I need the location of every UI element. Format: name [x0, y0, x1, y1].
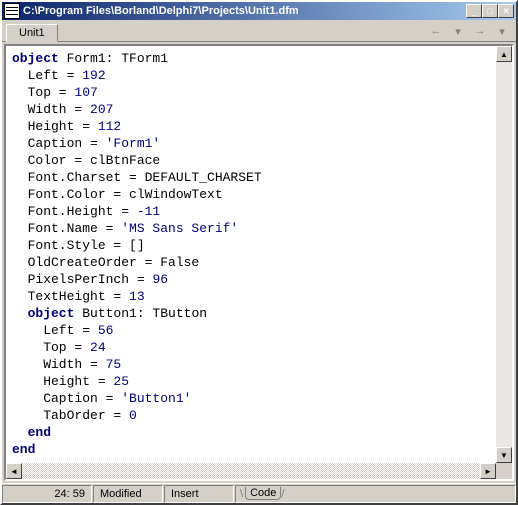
- number: 96: [152, 272, 168, 287]
- vertical-scrollbar[interactable]: ▲ ▼: [496, 46, 512, 463]
- code-text: Font.Style = []: [12, 237, 490, 254]
- number: 207: [90, 102, 113, 117]
- code-text: PixelsPerInch =: [12, 272, 152, 287]
- code-text: TabOrder =: [12, 408, 129, 423]
- number: 112: [98, 119, 121, 134]
- editor-container: object Form1: TForm1 Left = 192 Top = 10…: [4, 44, 514, 481]
- code-text: Top =: [12, 85, 74, 100]
- scrollbar-corner: [496, 463, 512, 479]
- code-text: Width =: [12, 357, 106, 372]
- code-text: Height =: [12, 374, 113, 389]
- scroll-up-icon[interactable]: ▲: [496, 46, 512, 62]
- string: 'MS Sans Serif': [121, 221, 238, 236]
- titlebar[interactable]: C:\Program Files\Borland\Delphi7\Project…: [2, 2, 516, 20]
- keyword: end: [12, 442, 35, 457]
- window-title: C:\Program Files\Borland\Delphi7\Project…: [23, 5, 466, 17]
- code-text: Font.Charset = DEFAULT_CHARSET: [12, 169, 490, 186]
- number: 24: [90, 340, 106, 355]
- horizontal-scrollbar[interactable]: ◄ ►: [6, 463, 512, 479]
- number: 107: [74, 85, 97, 100]
- keyword: end: [12, 425, 51, 440]
- scroll-track[interactable]: [496, 62, 512, 447]
- code-text: TextHeight =: [12, 289, 129, 304]
- code-text: Color = clBtnFace: [12, 152, 490, 169]
- number: 13: [129, 289, 145, 304]
- code-text: OldCreateOrder = False: [12, 254, 490, 271]
- modified-indicator: Modified: [93, 485, 163, 503]
- code-text: Font.Name =: [12, 221, 121, 236]
- code-text: Left =: [12, 68, 82, 83]
- number: 75: [106, 357, 122, 372]
- document-icon: [4, 3, 20, 19]
- view-tab-code[interactable]: Code: [245, 487, 281, 500]
- nav-back-button[interactable]: ←: [426, 23, 446, 39]
- tab-unit1[interactable]: Unit1: [6, 24, 58, 42]
- keyword: object: [12, 306, 74, 321]
- string: 'Button1': [121, 391, 191, 406]
- tab-bar: Unit1 ← ▾ → ▾: [2, 20, 516, 42]
- insert-mode: Insert: [164, 485, 234, 503]
- scroll-track[interactable]: [22, 463, 480, 479]
- code-editor[interactable]: object Form1: TForm1 Left = 192 Top = 10…: [6, 46, 496, 463]
- nav-dropdown-icon[interactable]: ▾: [448, 23, 468, 39]
- code-text: Height =: [12, 119, 98, 134]
- code-text: Font.Height =: [12, 204, 137, 219]
- code-text: Width =: [12, 102, 90, 117]
- string: 'Form1': [106, 136, 161, 151]
- statusbar: 24: 59 Modified Insert \Code/: [2, 483, 516, 503]
- nav-buttons: ← ▾ → ▾: [426, 23, 516, 41]
- status-rest: \Code/: [235, 485, 516, 503]
- code-text: Caption =: [12, 391, 121, 406]
- code-text: Top =: [12, 340, 90, 355]
- code-text: Form1: TForm1: [59, 51, 168, 66]
- maximize-button[interactable]: □: [482, 4, 498, 18]
- keyword: object: [12, 51, 59, 66]
- code-text: Font.Color = clWindowText: [12, 186, 490, 203]
- code-text: Left =: [12, 323, 98, 338]
- scroll-down-icon[interactable]: ▼: [496, 447, 512, 463]
- minimize-button[interactable]: _: [466, 4, 482, 18]
- nav-forward-button[interactable]: →: [470, 23, 490, 39]
- main-window: C:\Program Files\Borland\Delphi7\Project…: [0, 0, 518, 505]
- number: -11: [137, 204, 160, 219]
- number: 0: [129, 408, 137, 423]
- code-text: Caption =: [12, 136, 106, 151]
- scroll-left-icon[interactable]: ◄: [6, 463, 22, 479]
- editor-area: object Form1: TForm1 Left = 192 Top = 10…: [2, 42, 516, 483]
- editor-body: object Form1: TForm1 Left = 192 Top = 10…: [6, 46, 512, 463]
- number: 25: [113, 374, 129, 389]
- close-button[interactable]: ✕: [498, 4, 514, 18]
- window-controls: _ □ ✕: [466, 4, 514, 18]
- nav-dropdown-icon[interactable]: ▾: [492, 23, 512, 39]
- code-text: Button1: TButton: [74, 306, 207, 321]
- number: 192: [82, 68, 105, 83]
- scroll-right-icon[interactable]: ►: [480, 463, 496, 479]
- number: 56: [98, 323, 114, 338]
- cursor-position: 24: 59: [2, 485, 92, 503]
